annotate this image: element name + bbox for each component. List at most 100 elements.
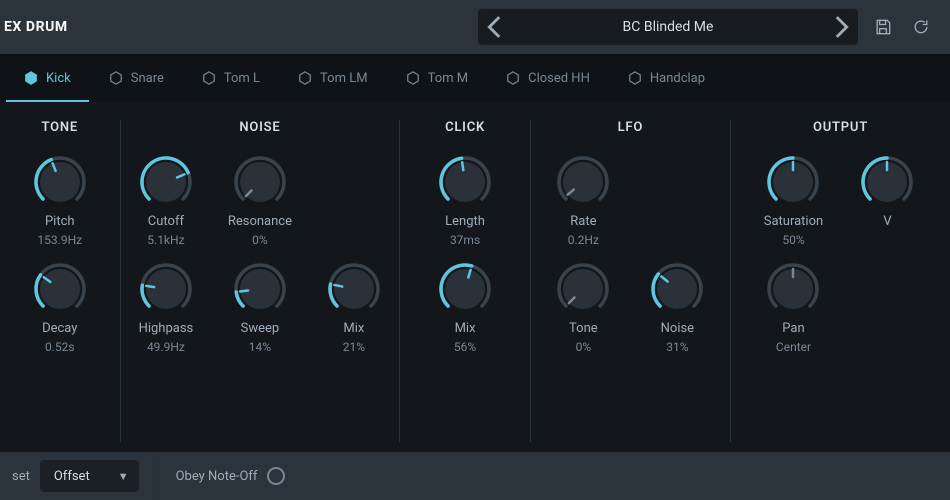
knob-control[interactable] (765, 154, 821, 210)
section-rows: Length 37ms Mix 56% (422, 154, 508, 354)
preset-browser: BC Blinded Me (478, 9, 858, 45)
section-tone: TONE Pitch153.9Hz Decay0.52s (0, 120, 120, 442)
knob-control[interactable] (437, 154, 493, 210)
section-title: LFO (618, 120, 643, 136)
chevron-left-icon (478, 10, 512, 44)
hexagon-icon (298, 71, 312, 85)
knob-control[interactable] (765, 261, 821, 317)
knob-label: Sweep (241, 321, 280, 336)
knob-tone: Tone 0% (540, 261, 626, 354)
knob-control[interactable] (232, 261, 288, 317)
knob-control[interactable] (555, 154, 611, 210)
knob-row: Tone 0% Noise31% (540, 261, 720, 354)
knob-row: Mix 56% (422, 261, 508, 354)
knob-length: Length 37ms (422, 154, 508, 247)
knob-label: V (883, 214, 891, 229)
knob-control[interactable] (437, 261, 493, 317)
knob-value: 21% (343, 340, 365, 354)
knob-cutoff: Cutoff5.1kHz (123, 154, 209, 247)
tab-tom-l[interactable]: Tom L (184, 54, 278, 102)
hexagon-icon (202, 71, 216, 85)
knob-label: Highpass (139, 321, 194, 336)
knob-resonance: Resonance 0% (217, 154, 303, 247)
refresh-button[interactable] (908, 14, 934, 40)
knob-row: Decay 0.52s (17, 261, 103, 354)
knob-pitch: Pitch153.9Hz (17, 154, 103, 247)
knob-control[interactable] (649, 261, 705, 317)
tab-tom-lm[interactable]: Tom LM (280, 54, 386, 102)
knob-label: Noise (661, 321, 694, 336)
tab-label: Tom LM (320, 71, 368, 86)
knob-v: V (844, 154, 930, 247)
knob-value: 0.52s (45, 340, 75, 354)
obey-noteoff-group: Obey Note-Off (176, 467, 286, 485)
knob-label: Tone (569, 321, 598, 336)
knob-control[interactable] (32, 261, 88, 317)
section-title: NOISE (239, 120, 280, 136)
section-rows: Pitch153.9Hz Decay 0.52s (17, 154, 103, 354)
knob-control[interactable] (138, 154, 194, 210)
offset-group: set Offset ▼ (12, 460, 139, 492)
knob-label: Mix (343, 321, 364, 336)
tab-label: Tom L (224, 71, 260, 86)
knob-row: Length 37ms (422, 154, 508, 247)
knob-label: Resonance (228, 214, 292, 229)
preset-prev-button[interactable] (478, 10, 512, 44)
hexagon-icon (506, 71, 520, 85)
knob-mix: Mix 56% (422, 261, 508, 354)
preset-next-button[interactable] (824, 10, 858, 44)
save-preset-button[interactable] (870, 14, 896, 40)
knob-value: 0.2Hz (568, 233, 599, 247)
obey-noteoff-toggle[interactable] (267, 467, 285, 485)
plugin-title: EX DRUM (0, 19, 68, 35)
tab-closed-hh[interactable]: Closed HH (488, 54, 608, 102)
knob-noise: Noise31% (634, 261, 720, 354)
app-root: EX DRUM BC Blinded Me KickSnare Tom L Tom … (0, 0, 950, 500)
knob-control[interactable] (859, 154, 915, 210)
knob-label: Pitch (45, 214, 75, 229)
tab-tom-m[interactable]: Tom M (388, 54, 487, 102)
knob-label: Mix (455, 321, 476, 336)
knob-label: Length (445, 214, 485, 229)
knob-control[interactable] (555, 261, 611, 317)
knob-control[interactable] (32, 154, 88, 210)
tab-handclap[interactable]: Handclap (610, 54, 723, 102)
knob-row: Cutoff5.1kHz Resonance 0% (123, 154, 397, 247)
chevron-down-icon: ▼ (118, 470, 129, 483)
knob-row: PanCenter (750, 261, 930, 354)
knob-row: Saturation50% V (750, 154, 930, 247)
footer-divider (157, 452, 158, 500)
tab-snare[interactable]: Snare (91, 54, 182, 102)
knob-row: Rate 0.2Hz (540, 154, 720, 247)
knob-cell-empty (634, 154, 720, 247)
knob-label: Rate (570, 214, 596, 229)
knob-control[interactable] (232, 154, 288, 210)
knob-value: 0% (576, 340, 592, 354)
tab-label: Closed HH (528, 71, 590, 86)
knob-value: 0% (252, 233, 268, 247)
tab-label: Tom M (428, 71, 469, 86)
hexagon-icon (109, 71, 123, 85)
save-icon (873, 17, 893, 37)
knob-value: 56% (454, 340, 476, 354)
obey-noteoff-label: Obey Note-Off (176, 469, 258, 484)
knob-value: 14% (249, 340, 271, 354)
knob-value: 37ms (450, 233, 480, 247)
offset-select[interactable]: Offset ▼ (40, 460, 139, 492)
section-title: CLICK (445, 120, 485, 136)
knob-label: Decay (42, 321, 77, 336)
knob-label: Pan (782, 321, 804, 336)
tab-kick[interactable]: Kick (6, 54, 89, 102)
knob-mix: Mix 21% (311, 261, 397, 354)
section-output: OUTPUT Saturation50% V PanCenter (730, 120, 950, 442)
drum-tabs: KickSnare Tom L Tom LM Tom M Closed HH Handcl… (0, 54, 950, 102)
preset-name[interactable]: BC Blinded Me (512, 19, 824, 35)
chevron-right-icon (824, 10, 858, 44)
section-click: CLICK Length 37ms Mix 56% (399, 120, 529, 442)
footer-bar: set Offset ▼ Obey Note-Off (0, 452, 950, 500)
refresh-icon (911, 17, 931, 37)
knob-value: 5.1kHz (147, 233, 184, 247)
knob-control[interactable] (326, 261, 382, 317)
parameter-panel: TONE Pitch153.9Hz Decay0.52sNOISE Cutoff… (0, 102, 950, 452)
knob-control[interactable] (138, 261, 194, 317)
